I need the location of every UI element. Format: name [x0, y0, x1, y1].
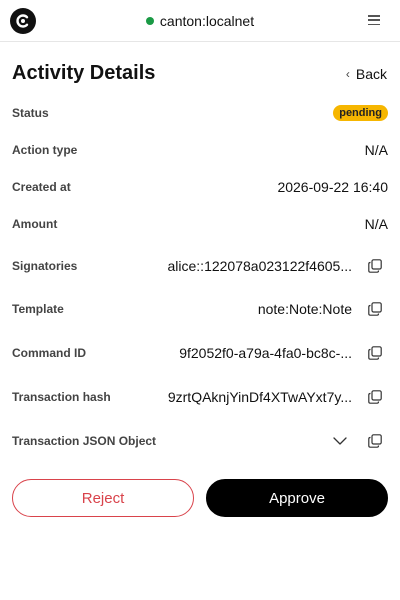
status-label: Status — [12, 106, 49, 120]
detail-row-template: Template note:Note:Note — [0, 297, 400, 321]
action-type-value: N/A — [364, 142, 388, 158]
approve-button[interactable]: Approve — [206, 479, 388, 517]
chevron-down-icon[interactable] — [333, 434, 347, 448]
amount-label: Amount — [12, 217, 58, 231]
network-status-dot — [145, 16, 154, 25]
copy-icon[interactable] — [368, 390, 382, 404]
network-label: canton:localnet — [159, 12, 255, 29]
back-button[interactable]: ‹ Back — [346, 66, 387, 82]
signatories-value: alice::122078a023122f4605... — [167, 258, 353, 274]
transaction-hash-value: 9zrtQAknjYinDf4XTwAYxt7y... — [167, 389, 352, 405]
detail-row-created-at: Created at 2026-09-22 16:40 — [0, 175, 400, 199]
network-indicator[interactable]: canton:localnet — [145, 12, 255, 29]
copy-icon[interactable] — [368, 259, 382, 273]
transaction-json-label: Transaction JSON Object — [12, 434, 157, 448]
detail-row-action-type: Action type N/A — [0, 138, 400, 162]
command-id-value: 9f2052f0-a79a-4fa0-bc8c-... — [179, 345, 352, 361]
top-bar: canton:localnet — [0, 0, 400, 42]
transaction-hash-label: Transaction hash — [12, 390, 111, 404]
copy-icon[interactable] — [368, 302, 382, 316]
back-label: Back — [355, 66, 387, 82]
canton-logo-icon[interactable] — [10, 8, 36, 34]
action-buttons: Reject Approve — [12, 479, 388, 517]
reject-button[interactable]: Reject — [12, 479, 194, 517]
amount-value: N/A — [364, 216, 388, 232]
created-at-value: 2026-09-22 16:40 — [277, 179, 388, 195]
created-at-label: Created at — [12, 180, 71, 194]
command-id-label: Command ID — [12, 346, 87, 360]
copy-icon[interactable] — [368, 346, 382, 360]
detail-row-status: Status pending — [0, 101, 400, 125]
template-value: note:Note:Note — [257, 301, 352, 317]
copy-icon[interactable] — [368, 434, 382, 448]
signatories-label: Signatories — [12, 259, 78, 273]
template-label: Template — [12, 302, 64, 316]
canton-logo-glyph — [16, 14, 29, 28]
detail-row-amount: Amount N/A — [0, 212, 400, 236]
page-title: Activity Details — [12, 62, 156, 84]
page-header: Activity Details ‹ Back — [0, 42, 400, 96]
status-badge: pending — [333, 105, 388, 121]
detail-row-command-id: Command ID 9f2052f0-a79a-4fa0-bc8c-... — [0, 341, 400, 365]
chevron-left-icon: ‹ — [345, 67, 350, 81]
detail-row-transaction-hash: Transaction hash 9zrtQAknjYinDf4XTwAYxt7… — [0, 385, 400, 409]
action-type-label: Action type — [12, 143, 78, 157]
detail-row-transaction-json: Transaction JSON Object — [0, 429, 400, 453]
hamburger-menu-icon[interactable] — [368, 13, 380, 27]
detail-row-signatories: Signatories alice::122078a023122f4605... — [0, 254, 400, 278]
